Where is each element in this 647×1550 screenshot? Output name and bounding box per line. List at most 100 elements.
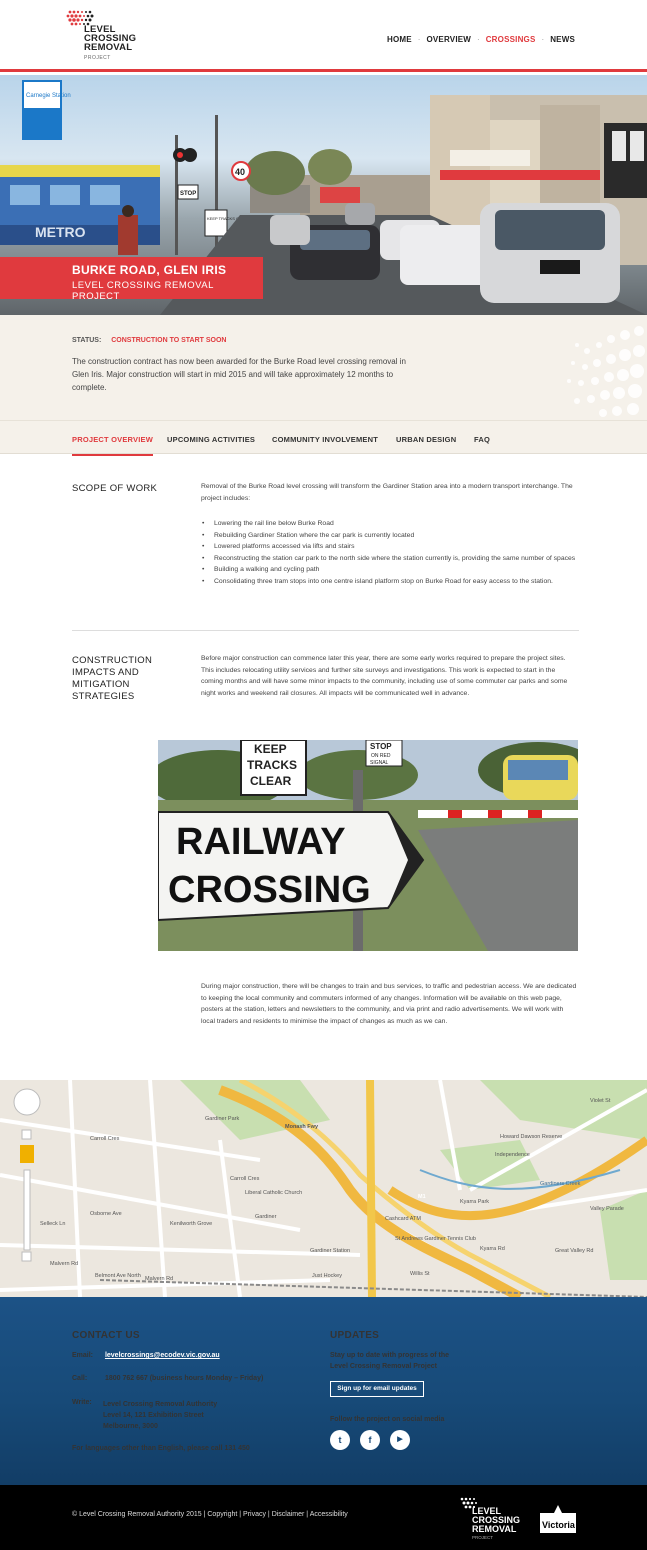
tab-urban-design[interactable]: URBAN DESIGN (396, 435, 456, 444)
status-row: STATUS: CONSTRUCTION TO START SOON (72, 337, 227, 344)
svg-text:Howard Dawson Reserve: Howard Dawson Reserve (500, 1134, 562, 1140)
nav-separator: · (541, 35, 545, 44)
svg-text:Willis St: Willis St (410, 1271, 430, 1277)
svg-text:Valley Parade: Valley Parade (590, 1206, 624, 1212)
construction-text: Before major construction can commence l… (201, 655, 568, 697)
call-label: Call: (72, 1375, 88, 1382)
svg-text:Gardiner Park: Gardiner Park (205, 1116, 239, 1122)
tab-upcoming-activities[interactable]: UPCOMING ACTIVITIES (167, 435, 255, 444)
svg-text:Malvern Rd: Malvern Rd (50, 1261, 78, 1267)
svg-text:Kyarra Park: Kyarra Park (460, 1199, 489, 1205)
svg-text:Cashcard ATM: Cashcard ATM (385, 1216, 421, 1222)
status-label: STATUS: (72, 337, 102, 344)
svg-text:40: 40 (235, 167, 245, 177)
svg-text:Independence: Independence (495, 1152, 530, 1158)
svg-text:Kyarra Rd: Kyarra Rd (480, 1246, 505, 1252)
status-badge: CONSTRUCTION TO START SOON (111, 337, 227, 344)
status-description: The construction contract has now been a… (72, 357, 406, 392)
scope-intro: Removal of the Burke Road level crossing… (201, 483, 573, 502)
svg-text:Victoria: Victoria (542, 1520, 576, 1530)
svg-text:CROSSING: CROSSING (168, 869, 371, 911)
site-logo[interactable]: LEVEL CROSSING REMOVAL PROJECT (66, 8, 146, 64)
svg-text:Carnegie Station: Carnegie Station (26, 93, 71, 99)
svg-text:Osborne Ave: Osborne Ave (90, 1211, 122, 1217)
copyright-links[interactable]: © Level Crossing Removal Authority 2015 … (72, 1511, 348, 1518)
hero-caption: BURKE ROAD, GLEN IRIS LEVEL CROSSING REM… (0, 257, 263, 302)
site-header: LEVEL CROSSING REMOVAL PROJECT HOME · OV… (0, 0, 647, 72)
contact-title: CONTACT US (72, 1330, 140, 1341)
twitter-icon[interactable]: t (330, 1430, 350, 1450)
postal-address: Level Crossing Removal Authority Level 1… (103, 1401, 218, 1430)
scope-list: Lowering the rail line below Burke Road … (201, 518, 579, 587)
svg-text:Liberal Catholic Church: Liberal Catholic Church (245, 1190, 302, 1196)
svg-text:Just Hockey: Just Hockey (312, 1273, 342, 1279)
svg-text:Malvern Rd: Malvern Rd (145, 1276, 173, 1282)
map-illustration: Gardiner Park Carroll Cres Carroll Cres … (0, 1080, 647, 1297)
updates-title: UPDATES (330, 1330, 380, 1341)
svg-text:Carroll Cres: Carroll Cres (90, 1136, 120, 1142)
nav-crossings[interactable]: CROSSINGS (486, 35, 536, 44)
footer-logo-subtext: PROJECT (472, 1535, 494, 1540)
svg-text:Belmont Ave North: Belmont Ave North (95, 1273, 141, 1279)
updates-text: Stay up to date with progress of the Lev… (330, 1352, 450, 1370)
svg-text:Monash Fwy: Monash Fwy (285, 1124, 319, 1130)
nav-overview[interactable]: OVERVIEW (426, 35, 471, 44)
svg-text:RAILWAY: RAILWAY (176, 821, 346, 863)
site-footer (0, 1297, 647, 1485)
svg-text:TRACKS: TRACKS (247, 758, 297, 772)
tab-project-overview[interactable]: PROJECT OVERVIEW (72, 435, 153, 456)
list-item: Lowering the rail line below Burke Road (201, 518, 579, 530)
railway-crossing-illustration: KEEP TRACKS CLEAR STOP ON RED SIGNAL RAI… (158, 740, 578, 951)
svg-text:METRO: METRO (35, 224, 86, 240)
youtube-icon[interactable]: ▶ (390, 1430, 410, 1450)
tab-community-involvement[interactable]: COMMUNITY INVOLVEMENT (272, 435, 378, 444)
facebook-icon[interactable]: f (360, 1430, 380, 1450)
section-tabs: PROJECT OVERVIEW UPCOMING ACTIVITIES COM… (0, 420, 647, 456)
logo-subtext: PROJECT (84, 55, 111, 61)
follow-text: Follow the project on social media (330, 1416, 445, 1423)
hero-title: BURKE ROAD, GLEN IRIS (72, 263, 227, 277)
hero-subtitle: LEVEL CROSSING REMOVAL PROJECT (72, 280, 214, 302)
decorative-dots (567, 326, 645, 417)
status-panel: STATUS: CONSTRUCTION TO START SOON The c… (0, 315, 647, 420)
construction-title: CONSTRUCTION IMPACTS AND MITIGATION STRA… (72, 655, 153, 702)
scope-title: SCOPE OF WORK (72, 483, 158, 494)
svg-text:Gardiner Station: Gardiner Station (310, 1248, 350, 1254)
svg-text:St Andrews Gardiner Tennis Clu: St Andrews Gardiner Tennis Club (395, 1236, 476, 1242)
svg-text:ON RED: ON RED (371, 753, 391, 759)
write-label: Write: (72, 1399, 92, 1406)
railway-crossing-photo: KEEP TRACKS CLEAR STOP ON RED SIGNAL RAI… (158, 740, 578, 951)
svg-text:STOP: STOP (370, 742, 392, 751)
svg-text:SIGNAL: SIGNAL (370, 760, 389, 766)
svg-text:Violet St: Violet St (590, 1098, 611, 1104)
svg-text:Gardiner: Gardiner (255, 1214, 277, 1220)
svg-text:KEEP: KEEP (254, 742, 287, 756)
svg-text:Gardiners Creek: Gardiners Creek (540, 1181, 581, 1187)
main-nav: HOME · OVERVIEW · CROSSINGS · NEWS (387, 35, 575, 44)
nav-home[interactable]: HOME (387, 35, 412, 44)
location-map[interactable]: Gardiner Park Carroll Cres Carroll Cres … (0, 1080, 647, 1297)
footer-logo[interactable]: LEVEL CROSSING REMOVAL PROJECT (458, 1495, 528, 1541)
footer-logo-wordmark: LEVEL CROSSING REMOVAL (472, 1506, 521, 1534)
victoria-logo[interactable]: Victoria (538, 1503, 578, 1535)
logo-wordmark: LEVEL CROSSING REMOVAL (84, 24, 137, 53)
page: LEVEL CROSSING REMOVAL PROJECT HOME · OV… (0, 0, 647, 1550)
svg-text:Great Valley Rd: Great Valley Rd (555, 1248, 593, 1254)
svg-text:M1: M1 (418, 1194, 426, 1200)
svg-text:CLEAR: CLEAR (250, 774, 292, 788)
phone-number: 1800 762 667 (business hours Monday – Fr… (104, 1375, 264, 1382)
svg-text:Kenilworth Grove: Kenilworth Grove (170, 1221, 212, 1227)
svg-text:STOP: STOP (180, 191, 196, 197)
nav-news[interactable]: NEWS (550, 35, 575, 44)
section-divider (72, 630, 579, 631)
tab-faq[interactable]: FAQ (474, 435, 490, 444)
list-item: Lowered platforms accessed via lifts and… (201, 541, 579, 553)
list-item: Rebuilding Gardiner Station where the ca… (201, 530, 579, 542)
bottom-bar: © Level Crossing Removal Authority 2015 … (0, 1485, 647, 1550)
contact-email-row: Email: levelcrossings@ecodev.vic.gov.au (72, 1352, 220, 1359)
email-signup-button[interactable]: Sign up for email updates (330, 1381, 424, 1397)
email-link[interactable]: levelcrossings@ecodev.vic.gov.au (105, 1352, 220, 1359)
construction-text-2: During major construction, there will be… (201, 983, 577, 1025)
svg-text:Carroll Cres: Carroll Cres (230, 1176, 260, 1182)
list-item: Reconstructing the station car park to t… (201, 553, 579, 565)
